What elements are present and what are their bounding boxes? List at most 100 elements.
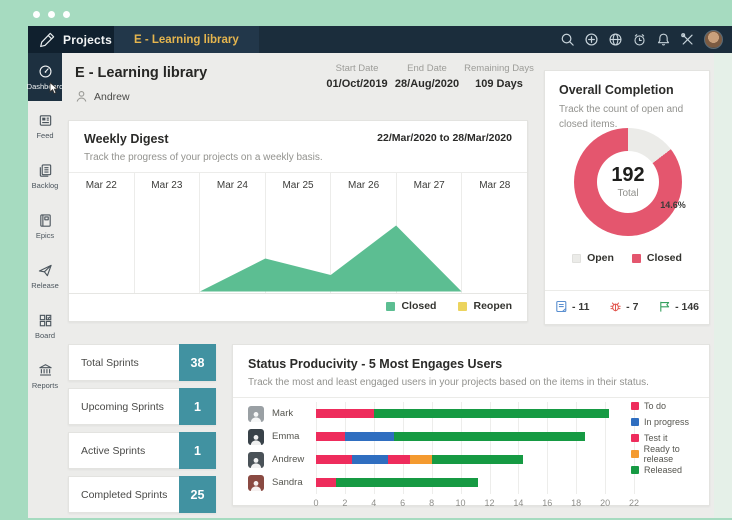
closed-percent-label: 85.4% [622,270,650,282]
project-tab[interactable]: E - Learning library [114,26,259,53]
bar-segment-to-do [316,478,337,487]
bar-row-mark [316,402,634,425]
task-icon [555,300,568,313]
sprint-card-upcoming-sprints[interactable]: Upcoming Sprints 1 [68,388,216,425]
productivity-bar-chart: Mark Emma Andrew Sandra [248,402,635,494]
weekly-date-range: 22/Mar/2020 to 28/Mar/2020 [377,132,512,144]
user-label-row: Emma [248,425,316,448]
sidebar-item-feed[interactable]: Feed [28,101,62,151]
stacked-bar [316,455,523,464]
page-title: E - Learning library [75,65,208,81]
sidebar-item-reports[interactable]: Reports [28,351,62,401]
legend-label: Open [587,252,614,264]
legend-label: Reopen [473,300,512,312]
completion-title: Overall Completion [559,83,674,97]
sidebar-item-epics[interactable]: Epics [28,201,62,251]
legend-swatch [631,402,639,410]
item-counters: - 11 - 7 - 146 [545,290,709,313]
sprint-label: Upcoming Sprints [81,400,164,413]
sidebar-item-label: Epics [35,230,55,240]
legend-item-in-progress[interactable]: In progress [631,414,709,430]
sprint-card-completed-sprints[interactable]: Completed Sprints 25 [68,476,216,513]
app-name[interactable]: Projects [63,33,112,47]
legend-swatch [631,466,639,474]
x-tick-label: 4 [371,498,377,508]
background-strip [714,53,732,518]
add-icon[interactable] [584,32,599,47]
bar-segment-released [336,478,478,487]
sidebar-item-release[interactable]: Release [28,251,62,301]
bug-icon [609,300,622,313]
mouse-cursor [49,82,60,95]
search-icon[interactable] [560,32,575,47]
window-dot[interactable] [48,11,55,18]
x-tick-label: 18 [571,498,582,508]
sprint-count: 38 [179,344,216,381]
x-tick-label: 2 [342,498,348,508]
dashboard-icon [38,64,53,79]
sidebar-item-label: Backlog [31,180,59,190]
brand-section[interactable]: Projects [28,26,114,53]
weekly-legend: Closed Reopen [386,300,512,312]
epics-icon [38,213,53,228]
legend-item-reopen[interactable]: Reopen [458,300,512,312]
legend-item-released[interactable]: Released [631,462,709,478]
sprint-card-active-sprints[interactable]: Active Sprints 1 [68,432,216,469]
legend-item-closed[interactable]: Closed [386,300,436,312]
milestone-counter[interactable]: - 146 [658,300,699,313]
tools-icon[interactable] [680,32,695,47]
completion-legend: Open Closed [545,252,709,264]
sidebar-item-dashboard[interactable]: Dashboard [27,53,63,101]
sprint-label: Total Sprints [81,356,139,369]
bar-row-emma [316,425,634,448]
globe-icon[interactable] [608,32,623,47]
sprint-card-total-sprints[interactable]: Total Sprints 38 [68,344,216,381]
user-avatar-andrew [248,451,264,468]
user-name: Sandra [272,477,303,488]
legend-item-open[interactable]: Open [572,252,614,264]
window-dot[interactable] [33,11,40,18]
legend-label: Ready to release [643,444,680,464]
top-navbar: Projects E - Learning library [28,26,732,53]
milestone-flag-icon [658,300,671,313]
bug-counter[interactable]: - 7 [609,300,638,313]
sprint-label: Active Sprints [81,444,146,457]
legend-item-closed[interactable]: Closed [631,252,682,264]
weekly-digest-title: Weekly Digest [84,132,169,146]
bar-segment-released [431,455,523,464]
meta-start-date: Start Date 01/Oct/2019 [326,63,388,90]
person-icon [75,90,88,103]
window-dot[interactable] [63,11,70,18]
stacked-bar [316,478,478,487]
x-tick-label: 16 [542,498,553,508]
sidebar-item-board[interactable]: Board [28,301,62,351]
alarm-icon[interactable] [632,32,647,47]
sidebar-item-backlog[interactable]: Backlog [28,151,62,201]
user-avatar[interactable] [704,30,723,49]
productivity-subtitle: Track the most and least engaged users i… [233,371,709,398]
feed-icon [38,113,53,128]
legend-swatch [458,301,468,311]
owner-name: Andrew [94,90,130,103]
legend-swatch [631,450,639,458]
sidebar-item-label: Reports [31,380,59,390]
bell-icon[interactable] [656,32,671,47]
legend-swatch [572,253,582,263]
board-icon [38,313,53,328]
user-avatar-sandra [248,474,264,491]
bar-segment-released [393,432,585,441]
bar-segment-to-do [316,409,374,418]
window-controls[interactable] [33,11,70,18]
weekly-area-chart: Mar 22 Mar 23 Mar 24 Mar 25 Mar 26 Mar 27 Mar … [69,172,527,294]
app-body: Dashboard Feed Backlog Epics Release Boa… [27,53,714,518]
bar-segment-test-it [388,455,410,464]
meta-end-date: End Date 28/Aug/2020 [394,63,460,90]
total-label: Total [617,188,639,199]
backlog-icon [38,163,53,178]
legend-swatch [631,418,639,426]
sidebar-item-label: Board [34,330,55,340]
legend-item-ready-to-release[interactable]: Ready to release [631,444,709,464]
legend-item-to-do[interactable]: To do [631,398,709,414]
weekly-digest-subtitle: Track the progress of your projects on a… [84,152,323,163]
task-counter[interactable]: - 11 [555,300,590,313]
